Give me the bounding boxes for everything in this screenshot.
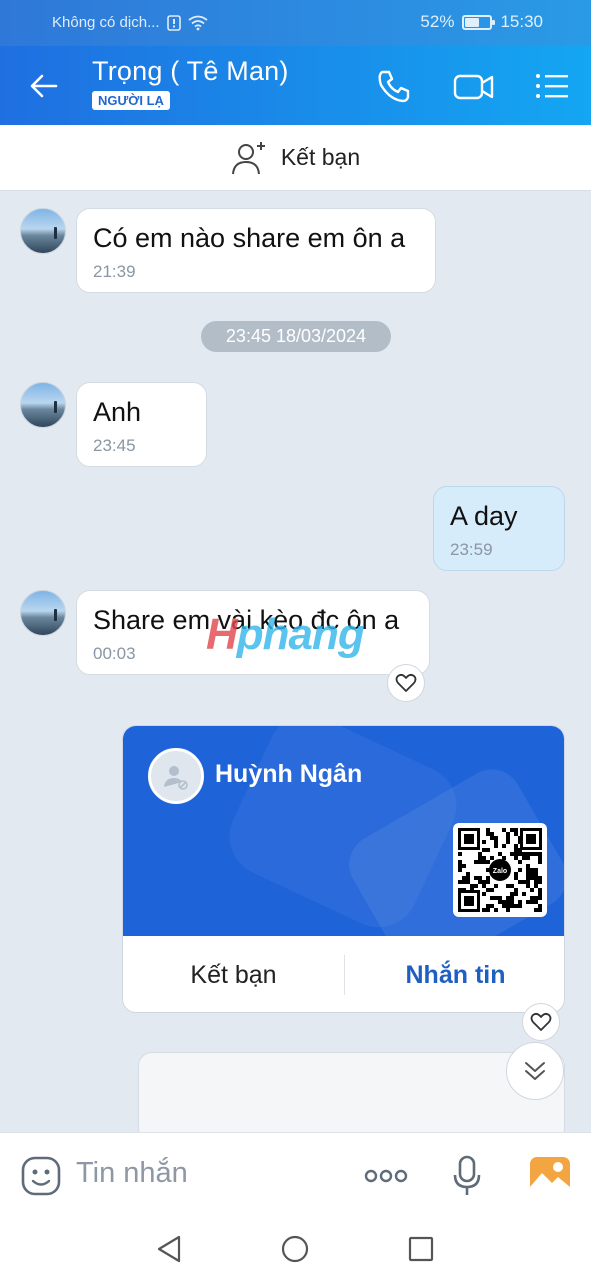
- contact-avatar[interactable]: [20, 590, 66, 636]
- circle-home-icon: [281, 1235, 309, 1263]
- contact-card-header: Huỳnh Ngân Zalo: [123, 726, 564, 936]
- microphone-icon: [453, 1155, 481, 1195]
- video-call-button[interactable]: [452, 66, 494, 106]
- chat-header: Trọng ( Tê Man) NGƯỜI LẠ: [0, 46, 591, 125]
- message-text: Có em nào share em ôn a: [93, 223, 406, 253]
- qr-code-image: Zalo: [458, 828, 542, 912]
- sticker-icon: [21, 1156, 61, 1196]
- heart-icon: [530, 1012, 552, 1031]
- title-wrap[interactable]: Trọng ( Tê Man) NGƯỜI LẠ: [92, 56, 289, 110]
- card-contact-name: Huỳnh Ngân: [215, 760, 363, 788]
- voice-button[interactable]: [452, 1155, 482, 1202]
- card-add-friend-button[interactable]: Kết bạn: [123, 961, 344, 990]
- menu-list-icon: [536, 74, 568, 98]
- no-sim-icon: [166, 14, 181, 31]
- message-composer: Tin nhắn: [0, 1132, 591, 1218]
- next-message-bubble[interactable]: [138, 1052, 565, 1142]
- scroll-to-bottom-button[interactable]: [506, 1042, 564, 1100]
- double-chevron-down-icon: [525, 1062, 545, 1080]
- message-text: A day: [450, 501, 518, 531]
- message-bubble[interactable]: Có em nào share em ôn a 21:39: [76, 208, 436, 293]
- add-friend-label: Kết bạn: [280, 144, 361, 170]
- status-left: Không có dịch...: [52, 14, 208, 31]
- watermark-part2: phang: [236, 610, 365, 659]
- phone-icon: [378, 70, 410, 103]
- date-separator: 23:45 18/03/2024: [201, 321, 391, 352]
- more-options-button[interactable]: [364, 1163, 408, 1194]
- nav-recents-button[interactable]: [407, 1234, 435, 1269]
- watermark-logo: Hphang: [206, 610, 365, 660]
- back-arrow-icon: [30, 74, 58, 98]
- contact-card[interactable]: Huỳnh Ngân Zalo Kết bạn Nhắn tin: [122, 725, 565, 1013]
- qr-code: Zalo: [453, 823, 547, 917]
- back-button[interactable]: [26, 68, 62, 104]
- stranger-badge: NGƯỜI LẠ: [92, 91, 170, 110]
- image-icon: [530, 1157, 570, 1193]
- wifi-icon: [188, 15, 208, 30]
- more-options-icon: [364, 1169, 408, 1183]
- message-time: 23:45: [93, 436, 136, 455]
- carrier-text: Không có dịch...: [52, 14, 160, 31]
- battery-icon: [462, 14, 496, 30]
- message-bubble[interactable]: Anh 23:45: [76, 382, 207, 467]
- card-message-button[interactable]: Nhắn tin: [345, 961, 564, 990]
- battery-fill: [465, 17, 480, 27]
- my-message-bubble[interactable]: A day 23:59: [433, 486, 565, 571]
- status-right: 52% 15:30: [420, 12, 543, 32]
- nav-back-button[interactable]: [155, 1234, 183, 1269]
- sticker-button[interactable]: [20, 1155, 62, 1202]
- call-button[interactable]: [374, 66, 414, 106]
- card-avatar: [148, 748, 204, 804]
- status-bar: Không có dịch... 52% 15:30: [0, 0, 591, 46]
- add-person-icon: [231, 141, 265, 174]
- qr-logo-text: Zalo: [493, 868, 507, 875]
- heart-icon: [395, 673, 417, 692]
- menu-button[interactable]: [532, 66, 572, 106]
- contact-avatar[interactable]: [20, 208, 66, 254]
- message-input[interactable]: Tin nhắn: [76, 1157, 188, 1190]
- video-call-icon: [453, 74, 494, 100]
- react-button[interactable]: [522, 1003, 560, 1041]
- status-time: 15:30: [500, 12, 543, 31]
- battery-percent: 52%: [420, 12, 455, 31]
- watermark-part1: H: [206, 610, 238, 659]
- nav-home-button[interactable]: [280, 1234, 310, 1269]
- react-button[interactable]: [387, 664, 425, 702]
- contact-avatar[interactable]: [20, 382, 66, 428]
- square-recents-icon: [408, 1236, 434, 1262]
- card-actions: Kết bạn Nhắn tin: [123, 936, 564, 1012]
- image-button[interactable]: [528, 1155, 572, 1200]
- message-time: 21:39: [93, 262, 136, 281]
- system-nav-bar: [0, 1218, 591, 1280]
- contact-name: Trọng ( Tê Man): [92, 56, 289, 86]
- message-time: 23:59: [450, 540, 493, 559]
- message-text: Anh: [93, 397, 142, 427]
- default-avatar-icon: [164, 766, 188, 790]
- add-friend-banner[interactable]: Kết bạn: [0, 125, 591, 191]
- triangle-back-icon: [157, 1235, 181, 1263]
